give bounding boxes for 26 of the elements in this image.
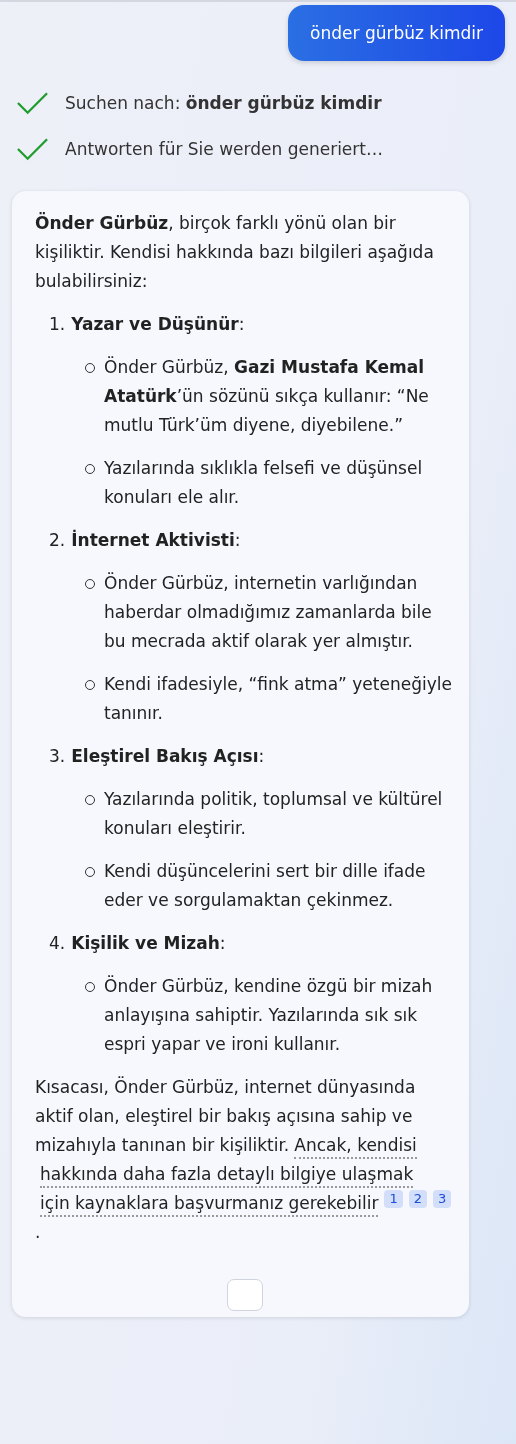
user-message: önder gürbüz kimdir	[288, 5, 505, 61]
bullet-text: Kendi düşüncelerini sert bir dille ifade eder ve sorgulamaktan çekinmez.	[104, 860, 427, 912]
bullet-text: Önder Gürbüz, kendine özgü bir mizah anlayışına sahiptir. Yazılarında sık sık espri yapar ve ironi kullanır.	[104, 974, 434, 1056]
bullet-text: Önder Gürbüz, Gazi Mustafa Kemal Atatürk’ün sözünü sıkça kullanır: “Ne mutlu Türk’üm diyene, diyebilene.”	[104, 355, 430, 437]
bullet-text: Yazılarında sıklıkla felsefi ve düşünsel konuları ele alır.	[104, 457, 424, 509]
section-title: Kişilik ve Mizah:	[71, 932, 226, 955]
bullet-text: Yazılarında politik, toplumsal ve kültürel konuları eleştirir.	[104, 788, 444, 840]
source-link[interactable]: hakkında daha fazla detaylı bilgiye ulaşmak	[40, 1162, 414, 1188]
list-number: 4.	[49, 932, 66, 955]
action-button[interactable]	[227, 1279, 263, 1311]
intro-text: Önder Gürbüz, birçok farklı yönü olan bir kişiliktir. Kendisi hakkında bazı bilgileri aşağıda bulabilirsiniz:	[35, 211, 435, 293]
list-number: 2.	[49, 529, 66, 552]
source-link[interactable]: Ancak, kendisi	[294, 1133, 417, 1159]
progress-text: Antworten für Sie werden generiert…	[65, 139, 383, 159]
bullet-text: Önder Gürbüz, internetin varlığından haberdar olmadığımız zamanlarda bile bu mecrada aktif olarak yer almıştır.	[104, 571, 433, 653]
bullet-text: Kendi ifadesiyle, “fink atma” yeteneğiyle tanınır.	[104, 673, 453, 725]
list-number: 1.	[49, 313, 66, 336]
citation-badge[interactable]: 2	[408, 1190, 427, 1208]
section-title: Eleştirel Bakış Açısı:	[71, 745, 265, 768]
source-link[interactable]: için kaynaklara başvurmanız gerekebilir	[40, 1191, 379, 1217]
list-number: 3.	[49, 745, 66, 768]
progress-text: Suchen nach: önder gürbüz kimdir	[65, 93, 382, 113]
section-title: Yazar ve Düşünür:	[71, 313, 245, 336]
citation-badge[interactable]: 1	[384, 1190, 403, 1208]
citation-badge[interactable]: 3	[433, 1190, 452, 1208]
section-title: İnternet Aktivisti:	[71, 528, 241, 552]
